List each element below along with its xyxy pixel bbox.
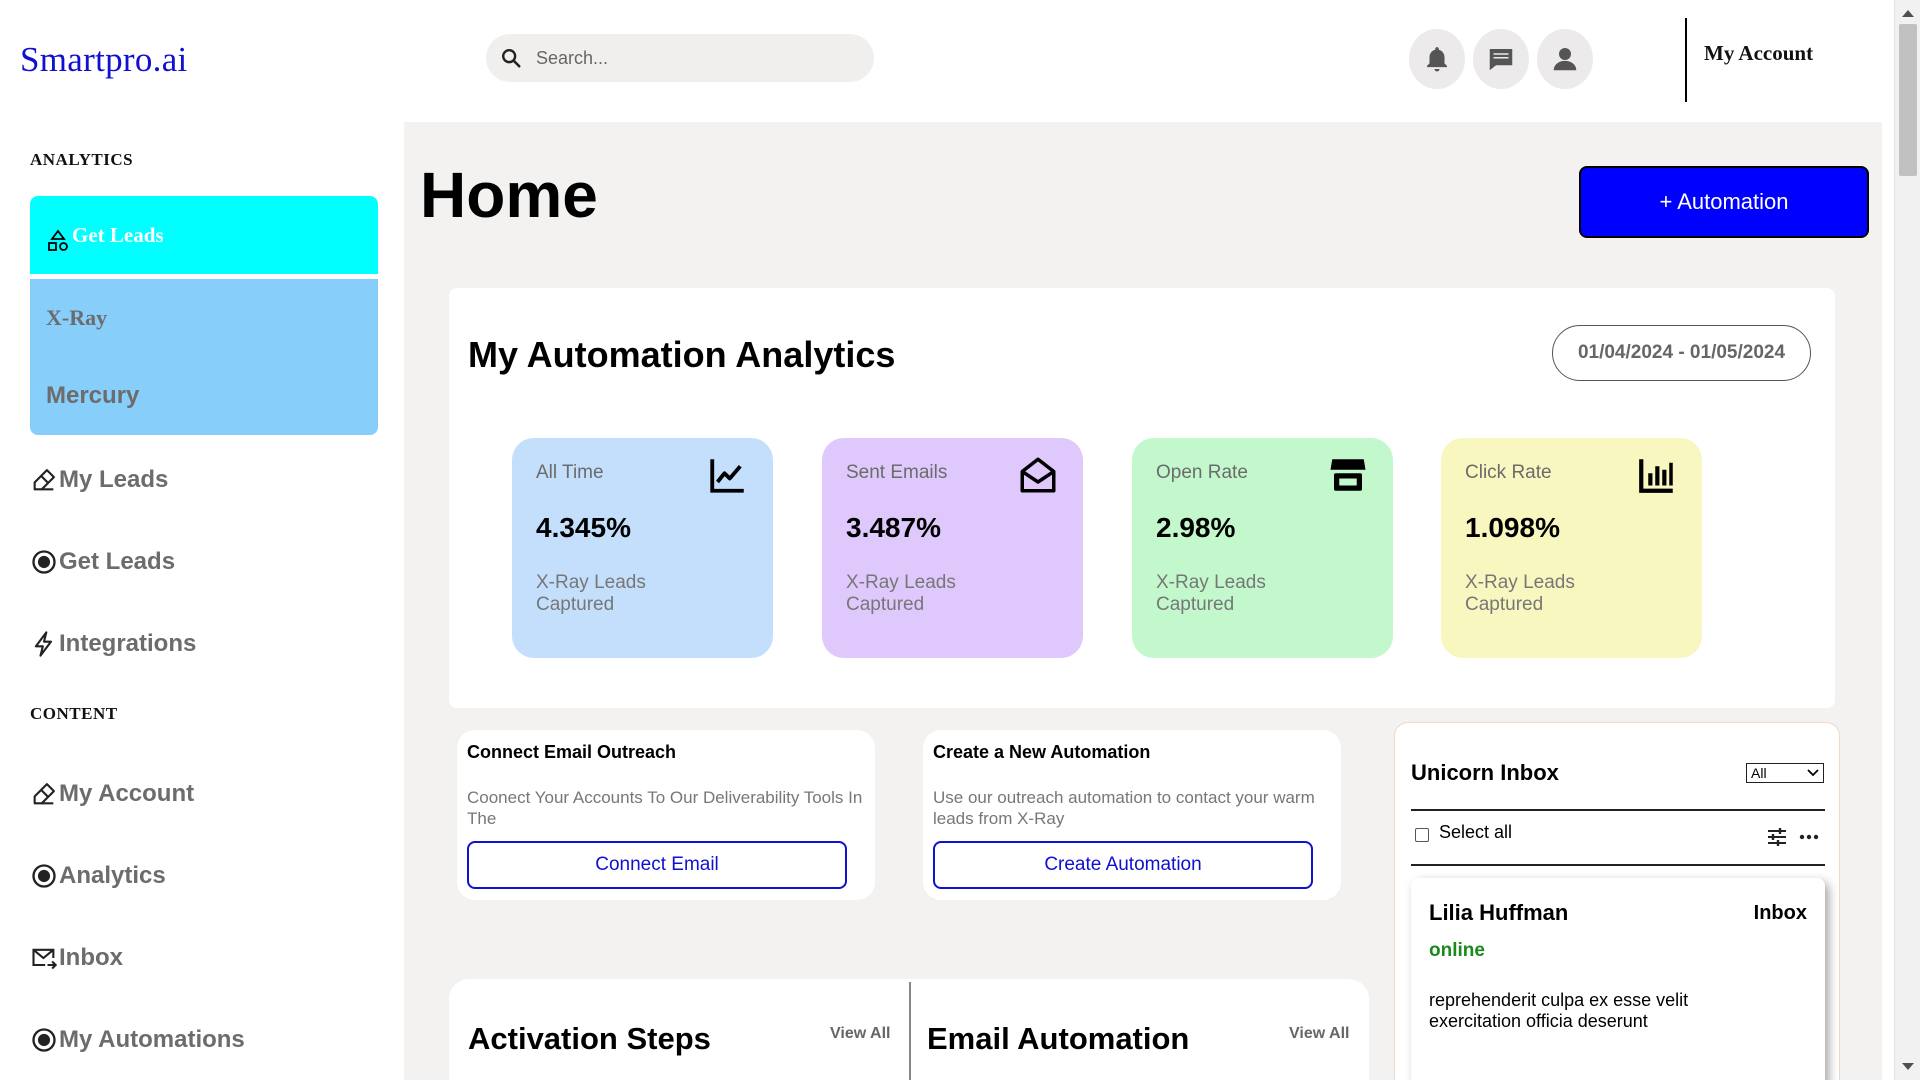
radio-icon — [32, 864, 56, 888]
inbox-divider — [1411, 809, 1825, 811]
nav-analytics-label: Analytics — [59, 862, 166, 889]
page-title: Home — [420, 159, 598, 231]
nav-mercury[interactable]: Mercury — [30, 357, 378, 435]
stat-subtitle: X-Ray Leads Captured — [1156, 572, 1266, 615]
message-folder: Inbox — [1753, 902, 1807, 924]
steps-divider — [909, 982, 911, 1080]
section-analytics-label: ANALYTICS — [30, 150, 134, 169]
activation-steps-title: Activation Steps — [468, 1021, 711, 1056]
inbox-filter-value: All — [1751, 765, 1767, 781]
scroll-up-arrow[interactable] — [1902, 10, 1914, 17]
create-automation-button[interactable]: Create Automation — [933, 841, 1313, 889]
nav-get-leads-active[interactable]: Get Leads — [30, 196, 378, 274]
section-content-label: CONTENT — [30, 704, 118, 723]
email-automation-view-all-link[interactable]: View All — [1289, 1025, 1349, 1043]
nav-mercury-label: Mercury — [46, 382, 140, 409]
search-bar[interactable] — [486, 34, 874, 82]
scroll-thumb[interactable] — [1899, 24, 1917, 176]
envelope-open-icon — [1020, 457, 1056, 493]
nav-get-leads[interactable]: Get Leads — [30, 548, 175, 576]
lightning-icon — [34, 631, 53, 657]
stat-value: 1.098% — [1465, 512, 1560, 543]
select-all-checkbox[interactable] — [1415, 827, 1429, 842]
stat-card-all-time: All Time 4.345% X-Ray Leads Captured — [512, 438, 773, 658]
more-icon[interactable] — [1797, 825, 1821, 849]
account-divider — [1685, 18, 1687, 102]
eraser-icon — [33, 783, 55, 805]
select-all-row[interactable]: Select all — [1415, 822, 1512, 843]
nav-integrations-label: Integrations — [59, 630, 197, 657]
stat-value: 3.487% — [846, 512, 941, 543]
nav-my-leads[interactable]: My Leads — [30, 466, 168, 494]
nav-inbox[interactable]: Inbox — [30, 944, 123, 972]
store-icon — [1330, 459, 1366, 491]
connect-email-card: Connect Email Outreach Coonect Your Acco… — [457, 730, 875, 900]
nav-my-automations[interactable]: My Automations — [30, 1026, 245, 1054]
bar-chart-icon — [1639, 459, 1673, 493]
stat-card-open-rate: Open Rate 2.98% X-Ray Leads Captured — [1132, 438, 1393, 658]
message-status: online — [1429, 940, 1485, 961]
mail-forward-icon — [32, 948, 58, 970]
nav-my-leads-label: My Leads — [59, 466, 169, 493]
shapes-icon — [48, 229, 68, 251]
date-range-picker[interactable]: 01/04/2024 - 01/05/2024 — [1552, 325, 1811, 381]
eraser-icon — [33, 469, 55, 491]
stat-subtitle: X-Ray Leads Captured — [1465, 572, 1575, 615]
create-automation-card: Create a New Automation Use our outreach… — [923, 730, 1341, 900]
stat-card-sent-emails: Sent Emails 3.487% X-Ray Leads Captured — [822, 438, 1083, 658]
add-automation-button[interactable]: + Automation — [1579, 166, 1869, 238]
notifications-button[interactable] — [1409, 29, 1465, 89]
radio-icon — [32, 550, 56, 574]
nav-integrations[interactable]: Integrations — [30, 630, 196, 658]
message-sender: Lilia Huffman — [1429, 900, 1569, 925]
search-icon — [502, 49, 521, 68]
message-preview: reprehenderit culpa ex esse velit exerci… — [1429, 990, 1689, 1031]
connect-email-desc: Coonect Your Accounts To Our Deliverabil… — [467, 788, 863, 828]
nav-my-automations-label: My Automations — [59, 1026, 245, 1053]
nav-get-leads-label: Get Leads — [72, 222, 164, 247]
inbox-filter-select[interactable]: All — [1746, 763, 1824, 783]
page-scrollbar[interactable] — [1894, 0, 1920, 1080]
radio-icon — [32, 1028, 56, 1052]
nav-my-account[interactable]: My Account — [30, 780, 194, 808]
search-input[interactable] — [536, 47, 836, 69]
create-automation-title: Create a New Automation — [933, 742, 1151, 762]
stat-value: 4.345% — [536, 512, 631, 543]
nav-get-leads-label: Get Leads — [59, 548, 176, 575]
inbox-tools — [1765, 825, 1821, 849]
inbox-divider — [1411, 864, 1825, 866]
nav-xray-label: X-Ray — [46, 305, 108, 330]
stat-value: 2.98% — [1156, 512, 1236, 543]
app-logo[interactable]: Smartpro.ai — [20, 40, 188, 80]
chevron-down-icon — [1807, 769, 1819, 777]
my-account-link[interactable]: My Account — [1704, 41, 1813, 66]
bell-icon — [1427, 47, 1447, 72]
chat-icon — [1489, 49, 1513, 71]
connect-email-title: Connect Email Outreach — [467, 742, 677, 762]
select-all-label: Select all — [1439, 822, 1513, 842]
email-automation-title: Email Automation — [927, 1021, 1190, 1056]
inbox-title: Unicorn Inbox — [1411, 760, 1559, 785]
user-icon — [1553, 48, 1577, 71]
nav-inbox-label: Inbox — [59, 944, 123, 971]
nav-my-account-label: My Account — [59, 780, 195, 807]
chart-line-icon — [710, 459, 744, 493]
stat-subtitle: X-Ray Leads Captured — [536, 572, 646, 615]
messages-button[interactable] — [1473, 29, 1529, 89]
nav-analytics[interactable]: Analytics — [30, 862, 166, 890]
scroll-down-arrow[interactable] — [1902, 1063, 1914, 1070]
connect-email-button[interactable]: Connect Email — [467, 841, 847, 889]
create-automation-desc: Use our outreach automation to contact y… — [933, 788, 1315, 828]
nav-xray[interactable]: X-Ray — [30, 279, 378, 357]
stat-card-click-rate: Click Rate 1.098% X-Ray Leads Captured — [1441, 438, 1702, 658]
stat-subtitle: X-Ray Leads Captured — [846, 572, 956, 615]
sliders-icon[interactable] — [1765, 825, 1789, 849]
profile-button[interactable] — [1537, 29, 1593, 89]
inbox-message-card[interactable]: Lilia Huffman Inbox online reprehenderit… — [1411, 878, 1825, 1080]
analytics-title: My Automation Analytics — [468, 334, 896, 375]
activation-view-all-link[interactable]: View All — [830, 1025, 890, 1043]
